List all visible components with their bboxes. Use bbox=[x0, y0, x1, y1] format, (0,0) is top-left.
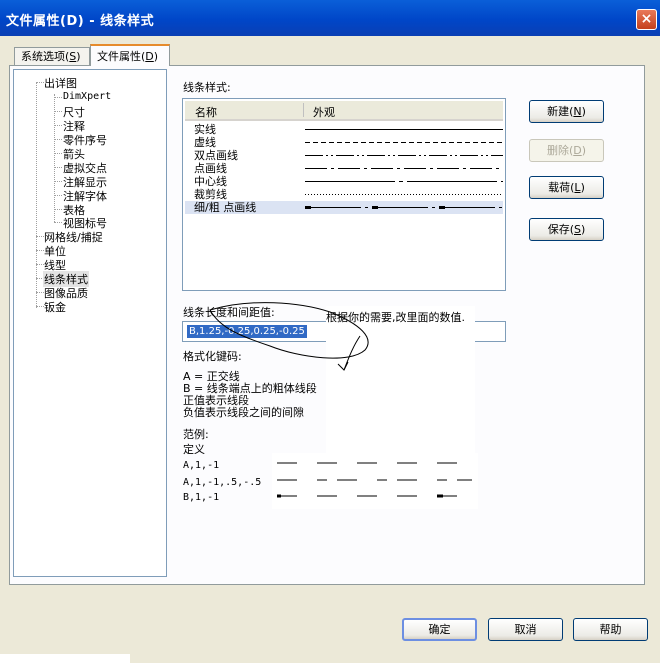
list-item[interactable]: 虚线 bbox=[185, 136, 503, 149]
list-item[interactable]: 裁剪线 bbox=[185, 188, 503, 201]
line-preview-thickthin bbox=[305, 206, 503, 209]
example-code-2: A,1,-1,.5,-.5 bbox=[183, 477, 262, 488]
example-code-1: A,1,-1 bbox=[183, 460, 220, 471]
ok-button[interactable]: 确定 bbox=[402, 618, 477, 641]
line-preview-dashed bbox=[305, 142, 503, 143]
list-item[interactable]: 中心线 bbox=[185, 175, 503, 188]
help-button[interactable]: 帮助 bbox=[573, 618, 648, 641]
format-codes-title: 格式化键码: bbox=[183, 350, 242, 363]
line-styles-list[interactable]: 名称 外观 实线 虚线 双点画线 点画线 中心线 裁剪线 细/粗 点画线 bbox=[182, 98, 506, 291]
examples-preview bbox=[272, 453, 478, 509]
example-code-3: B,1,-1 bbox=[183, 492, 220, 503]
line-preview-dashdot bbox=[305, 168, 503, 169]
list-item[interactable]: 点画线 bbox=[185, 162, 503, 175]
list-item-selected[interactable]: 细/粗 点画线 bbox=[185, 201, 503, 214]
column-header-appearance[interactable]: 外观 bbox=[313, 104, 335, 120]
line-preview-solid bbox=[305, 129, 503, 130]
window-title: 文件属性(D) - 线条样式 bbox=[6, 14, 155, 29]
line-styles-label: 线条样式: bbox=[183, 81, 231, 94]
tab-document-properties[interactable]: 文件属性(D) bbox=[90, 44, 170, 66]
desktop-strip bbox=[0, 654, 130, 663]
column-header-name[interactable]: 名称 bbox=[195, 104, 217, 120]
line-preview-dotted bbox=[305, 194, 503, 195]
list-item[interactable]: 双点画线 bbox=[185, 149, 503, 162]
examples-title: 范例: bbox=[183, 428, 209, 441]
line-preview-phantom bbox=[305, 155, 503, 156]
load-button[interactable]: 载荷(L) bbox=[529, 176, 604, 199]
list-header: 名称 外观 bbox=[185, 101, 503, 121]
title-bar: 文件属性(D) - 线条样式 × bbox=[0, 0, 660, 36]
delete-button[interactable]: 删除(D) bbox=[529, 139, 604, 162]
examples-definition-label: 定义 bbox=[183, 443, 205, 456]
close-icon: × bbox=[640, 11, 653, 27]
tree-item-dimxpert[interactable]: DimXpert bbox=[63, 91, 111, 102]
tree-item-sheet-metal[interactable]: 钣金 bbox=[44, 299, 66, 315]
new-button[interactable]: 新建(N) bbox=[529, 100, 604, 123]
list-item[interactable]: 实线 bbox=[185, 123, 503, 136]
annotation-scribble bbox=[209, 302, 369, 371]
example-lines bbox=[277, 462, 472, 498]
tree-item-detailing[interactable]: 出详图 bbox=[44, 75, 77, 91]
line-preview-center bbox=[305, 181, 503, 182]
cancel-button[interactable]: 取消 bbox=[488, 618, 563, 641]
dialog-window: 文件属性(D) - 线条样式 × 系统选项(S) 文件属性(D) 出详图 Dim… bbox=[0, 0, 660, 663]
format-negative: 负值表示线段之间的间隙 bbox=[183, 406, 304, 419]
save-style-button[interactable]: 保存(S) bbox=[529, 218, 604, 241]
tab-system-options[interactable]: 系统选项(S) bbox=[14, 47, 90, 65]
category-tree[interactable]: 出详图 DimXpert 尺寸 注释 零件序号 箭头 虚拟交点 注解显示 注解字… bbox=[13, 69, 167, 577]
close-button[interactable]: × bbox=[636, 9, 657, 30]
